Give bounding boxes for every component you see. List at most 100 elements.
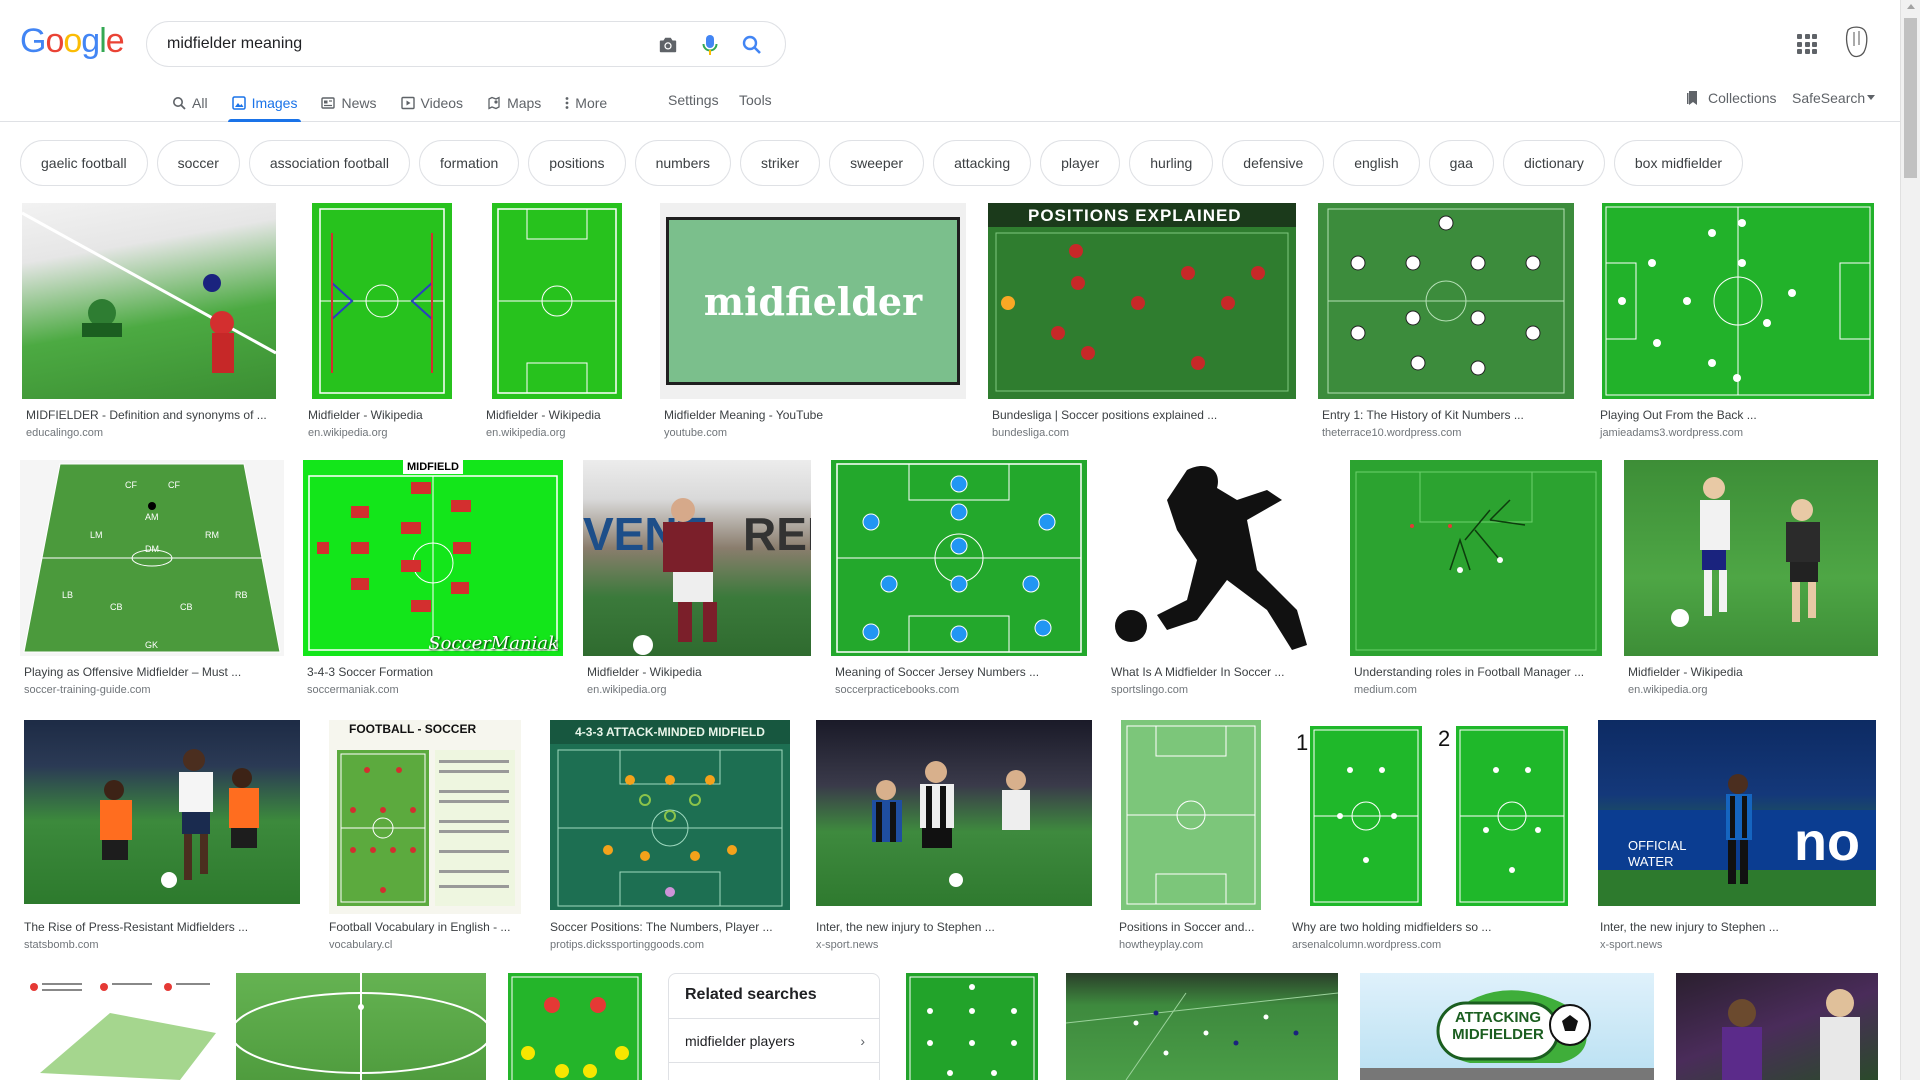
svg-text:WATER: WATER (1628, 854, 1674, 869)
result-thumbnail (492, 203, 622, 399)
safesearch-label: SafeSearch (1792, 90, 1866, 106)
result-thumbnail (312, 203, 452, 399)
result-thumbnail (1350, 460, 1602, 656)
camera-icon[interactable] (657, 34, 679, 56)
svg-text:GK: GK (145, 640, 158, 650)
tools-link[interactable]: Tools (739, 92, 772, 108)
chip[interactable]: english (1333, 140, 1420, 186)
tab-maps[interactable]: Maps (475, 84, 553, 122)
result-thumbnail (1676, 973, 1878, 1080)
svg-text:LB: LB (62, 590, 73, 600)
result-thumbnail (20, 973, 216, 1080)
svg-text:OFFICIAL: OFFICIAL (1628, 838, 1687, 853)
tab-images[interactable]: Images (220, 84, 310, 122)
divider (669, 1062, 879, 1063)
tab-more[interactable]: More (553, 84, 619, 122)
collections-link[interactable]: Collections (1686, 90, 1776, 106)
svg-text:RM: RM (205, 530, 219, 540)
result-title: Playing Out From the Back ... (1600, 408, 1757, 422)
safesearch-dropdown[interactable]: SafeSearch (1792, 90, 1876, 106)
chip[interactable]: dictionary (1502, 140, 1605, 186)
tab-videos[interactable]: Videos (389, 84, 476, 122)
result-thumbnail (831, 460, 1087, 656)
result-source: howtheyplay.com (1119, 939, 1204, 951)
avatar[interactable] (1842, 26, 1870, 60)
apps-grid-icon[interactable] (1797, 34, 1817, 54)
result-title: Inter, the new injury to Stephen ... (1600, 920, 1779, 934)
chip[interactable]: association football (248, 140, 410, 186)
result-source: medium.com (1354, 684, 1417, 696)
chip[interactable]: gaa (1428, 140, 1494, 186)
chip[interactable]: box midfielder (1613, 140, 1744, 186)
result-source: en.wikipedia.org (486, 427, 566, 439)
search-icon (173, 97, 186, 110)
result-title: Bundesliga | Soccer positions explained … (992, 408, 1218, 422)
scroll-up-arrow-icon[interactable] (1907, 4, 1915, 9)
result-title: Understanding roles in Football Manager … (1354, 665, 1585, 679)
related-searches-title: Related searches (685, 986, 817, 1003)
result-title: Inter, the new injury to Stephen ... (816, 920, 995, 934)
result-thumbnail: no OFFICIAL WATER (1598, 720, 1876, 906)
result-source: arsenalcolumn.wordpress.com (1292, 939, 1442, 951)
result-title: Midfielder - Wikipedia (1628, 665, 1743, 679)
result-thumbnail (1624, 460, 1878, 656)
chip[interactable]: sweeper (829, 140, 925, 186)
chip[interactable]: hurling (1129, 140, 1214, 186)
result-title: 3-4-3 Soccer Formation (307, 665, 434, 679)
thumbnail-text: ATTACKING MIDFIELDER (1452, 1009, 1544, 1043)
svg-text:REL: REL (743, 508, 811, 560)
header: Google All Images News (0, 0, 1900, 122)
tab-label: Images (251, 95, 298, 111)
result-title: MIDFIELDER - Definition and synonyms of … (26, 408, 267, 422)
svg-text:DM: DM (145, 544, 159, 554)
tab-label: News (341, 95, 377, 111)
search-tabs: All Images News Videos Maps More (160, 84, 619, 122)
result-thumbnail (1107, 460, 1331, 656)
settings-link[interactable]: Settings (668, 92, 719, 108)
google-logo[interactable]: Google (20, 22, 125, 61)
result-thumbnail: POSITIONS EXPLAINED (988, 203, 1296, 399)
scrollbar-thumb[interactable] (1904, 18, 1917, 178)
tab-all[interactable]: All (160, 84, 220, 122)
result-source: x-sport.news (816, 939, 879, 951)
result-thumbnail (1066, 973, 1338, 1080)
search-icon[interactable] (741, 34, 763, 56)
result-title: Midfielder - Wikipedia (308, 408, 423, 422)
svg-text:CB: CB (180, 602, 193, 612)
result-thumbnail: 12 (1290, 720, 1574, 910)
svg-text:1: 1 (1296, 730, 1308, 755)
chevron-right-icon: › (860, 1032, 865, 1049)
chip[interactable]: attacking (933, 140, 1032, 186)
tab-news[interactable]: News (309, 84, 388, 122)
chip[interactable]: numbers (634, 140, 732, 186)
result-source: sportslingo.com (1111, 684, 1189, 696)
chip[interactable]: striker (740, 140, 821, 186)
result-source: vocabulary.cl (329, 939, 393, 951)
chip[interactable]: gaelic football (20, 140, 148, 186)
microphone-icon[interactable] (699, 34, 721, 56)
map-pin-icon (488, 96, 500, 110)
result-thumbnail: ATTACKING MIDFIELDER (1360, 973, 1654, 1080)
news-icon (321, 97, 336, 109)
page-scrollbar[interactable] (1900, 0, 1920, 1080)
related-searches-panel: Related searches midfielder players › (668, 973, 880, 1080)
chip[interactable]: defensive (1222, 140, 1325, 186)
tab-label: Maps (507, 95, 542, 111)
chip[interactable]: positions (528, 140, 626, 186)
result-thumbnail (508, 973, 642, 1080)
result-thumbnail (1121, 720, 1261, 910)
result-source: en.wikipedia.org (308, 427, 388, 439)
search-input[interactable] (167, 33, 637, 55)
svg-text:LM: LM (90, 530, 103, 540)
result-source: en.wikipedia.org (587, 684, 667, 696)
result-title: Midfielder - Wikipedia (587, 665, 702, 679)
chip[interactable]: soccer (156, 140, 240, 186)
related-search-item[interactable]: midfielder players › (669, 1018, 879, 1062)
result-title: Soccer Positions: The Numbers, Player ..… (550, 920, 773, 934)
result-source: statsbomb.com (24, 939, 99, 951)
chip[interactable]: player (1040, 140, 1121, 186)
svg-text:AM: AM (145, 512, 159, 522)
result-title: Entry 1: The History of Kit Numbers ... (1322, 408, 1524, 422)
chip[interactable]: formation (418, 140, 520, 186)
search-box (146, 21, 786, 67)
